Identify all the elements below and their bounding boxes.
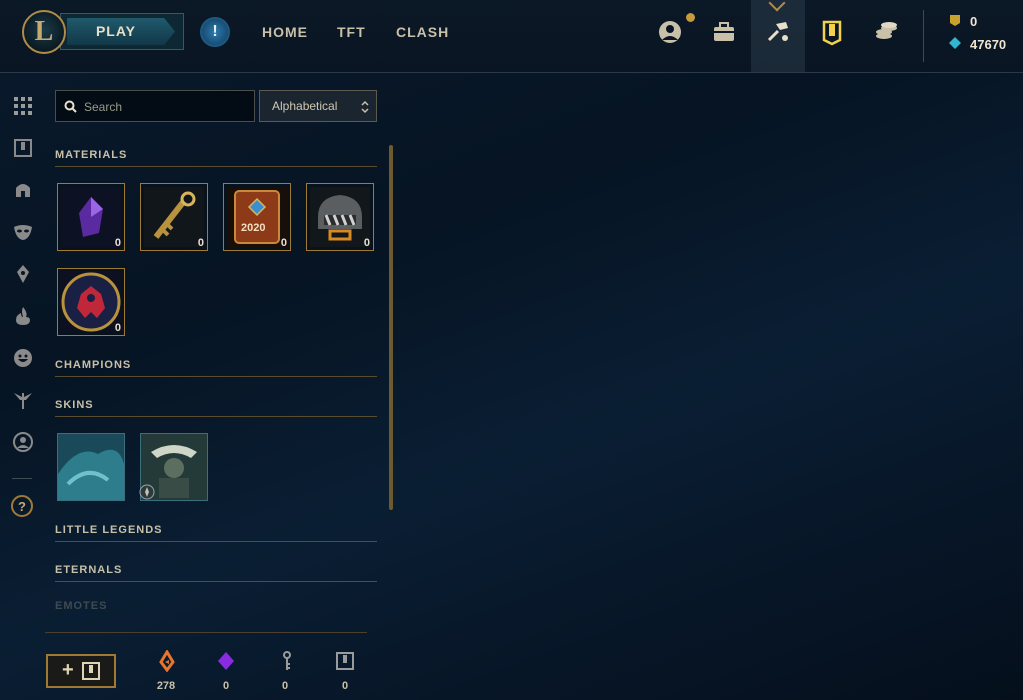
mythic-essence-icon xyxy=(218,652,234,670)
skin-tile[interactable] xyxy=(139,433,208,501)
grid-icon[interactable] xyxy=(12,95,34,117)
be-amount: 47670 xyxy=(970,37,1007,52)
helmet-icon[interactable] xyxy=(12,179,34,201)
worlds-emblem-icon xyxy=(61,272,121,332)
mythic-essence-count: 0 xyxy=(222,680,230,692)
nav-home[interactable]: HOME xyxy=(262,24,308,40)
chest-icon[interactable] xyxy=(12,137,34,159)
store-coins-icon[interactable] xyxy=(872,18,900,46)
ward-icon[interactable] xyxy=(12,263,34,285)
scrollbar-thumb[interactable] xyxy=(389,145,393,510)
hextech-key-icon xyxy=(144,187,204,247)
material-tile[interactable]: 0 xyxy=(57,268,125,336)
material-tile[interactable]: 0 xyxy=(140,183,208,251)
nav-clash[interactable]: CLASH xyxy=(396,24,449,40)
logo-letter: L xyxy=(34,16,54,47)
rp-icon xyxy=(950,15,960,26)
play-label: PLAY xyxy=(95,23,137,39)
loot-icon[interactable] xyxy=(818,18,846,46)
section-divider xyxy=(55,376,377,377)
item-count: 0 xyxy=(280,237,287,249)
material-tile[interactable]: 0 xyxy=(57,183,125,251)
rp-amount: 0 xyxy=(970,14,978,29)
item-count: 0 xyxy=(197,237,204,249)
search-input[interactable] xyxy=(82,97,251,117)
profile-icon[interactable] xyxy=(656,18,684,46)
orange-essence-count: 278 xyxy=(156,680,176,692)
add-plus: + xyxy=(62,659,74,681)
portrait-icon[interactable] xyxy=(12,431,34,453)
emote-face-icon[interactable] xyxy=(12,347,34,369)
section-materials[interactable]: MATERIALS xyxy=(55,149,127,161)
section-skins[interactable]: SKINS xyxy=(55,399,94,411)
bottom-divider xyxy=(45,632,367,633)
pass-year: 2020 xyxy=(241,222,266,234)
header-divider xyxy=(923,10,924,62)
item-count: 0 xyxy=(114,237,121,249)
section-eternals[interactable]: ETERNALS xyxy=(55,564,122,576)
rail-divider xyxy=(12,478,32,479)
section-champions[interactable]: CHAMPIONS xyxy=(55,359,131,371)
nav-tft[interactable]: TFT xyxy=(337,24,366,40)
skin-tier-icon xyxy=(139,484,155,500)
skin-tile[interactable] xyxy=(57,433,125,501)
material-tile[interactable]: 2020 0 xyxy=(223,183,291,251)
blue-essence-icon xyxy=(949,37,961,49)
chest-count: 0 xyxy=(341,680,349,692)
essence-crystal-icon xyxy=(61,187,121,247)
key-fragment-icon xyxy=(283,651,291,670)
tree-icon[interactable] xyxy=(12,389,34,411)
sort-dropdown[interactable]: Alphabetical xyxy=(259,90,377,122)
notification-dot xyxy=(686,13,695,22)
section-divider xyxy=(55,581,377,582)
search-icon xyxy=(64,100,77,113)
chest-icon xyxy=(82,662,100,680)
sort-selected: Alphabetical xyxy=(272,99,338,113)
event-pass-icon xyxy=(227,187,287,247)
help-icon[interactable]: ? xyxy=(11,495,33,517)
play-button[interactable]: PLAY xyxy=(60,13,184,50)
chest-icon xyxy=(310,187,370,247)
section-little-legends[interactable]: LITTLE LEGENDS xyxy=(55,524,163,536)
chevron-updown-icon xyxy=(361,100,369,114)
crafting-hammer-icon[interactable] xyxy=(764,18,792,46)
league-logo[interactable]: L xyxy=(22,10,66,54)
item-count: 0 xyxy=(363,237,370,249)
orange-essence-icon xyxy=(159,650,175,672)
flame-icon[interactable] xyxy=(12,305,34,327)
collection-bag-icon[interactable] xyxy=(710,18,738,46)
mask-icon[interactable] xyxy=(12,221,34,243)
key-fragment-count: 0 xyxy=(281,680,289,692)
section-divider xyxy=(55,416,377,417)
skin-art-image xyxy=(58,434,124,500)
section-divider xyxy=(55,541,377,542)
alert-icon[interactable]: ! xyxy=(200,17,230,47)
section-emotes[interactable]: EMOTES xyxy=(55,600,375,614)
chest-icon xyxy=(336,652,354,670)
add-item-button[interactable]: + xyxy=(46,654,116,688)
search-box[interactable] xyxy=(55,90,255,122)
section-divider xyxy=(55,166,377,167)
item-count: 0 xyxy=(114,322,121,334)
material-tile[interactable]: 0 xyxy=(306,183,374,251)
